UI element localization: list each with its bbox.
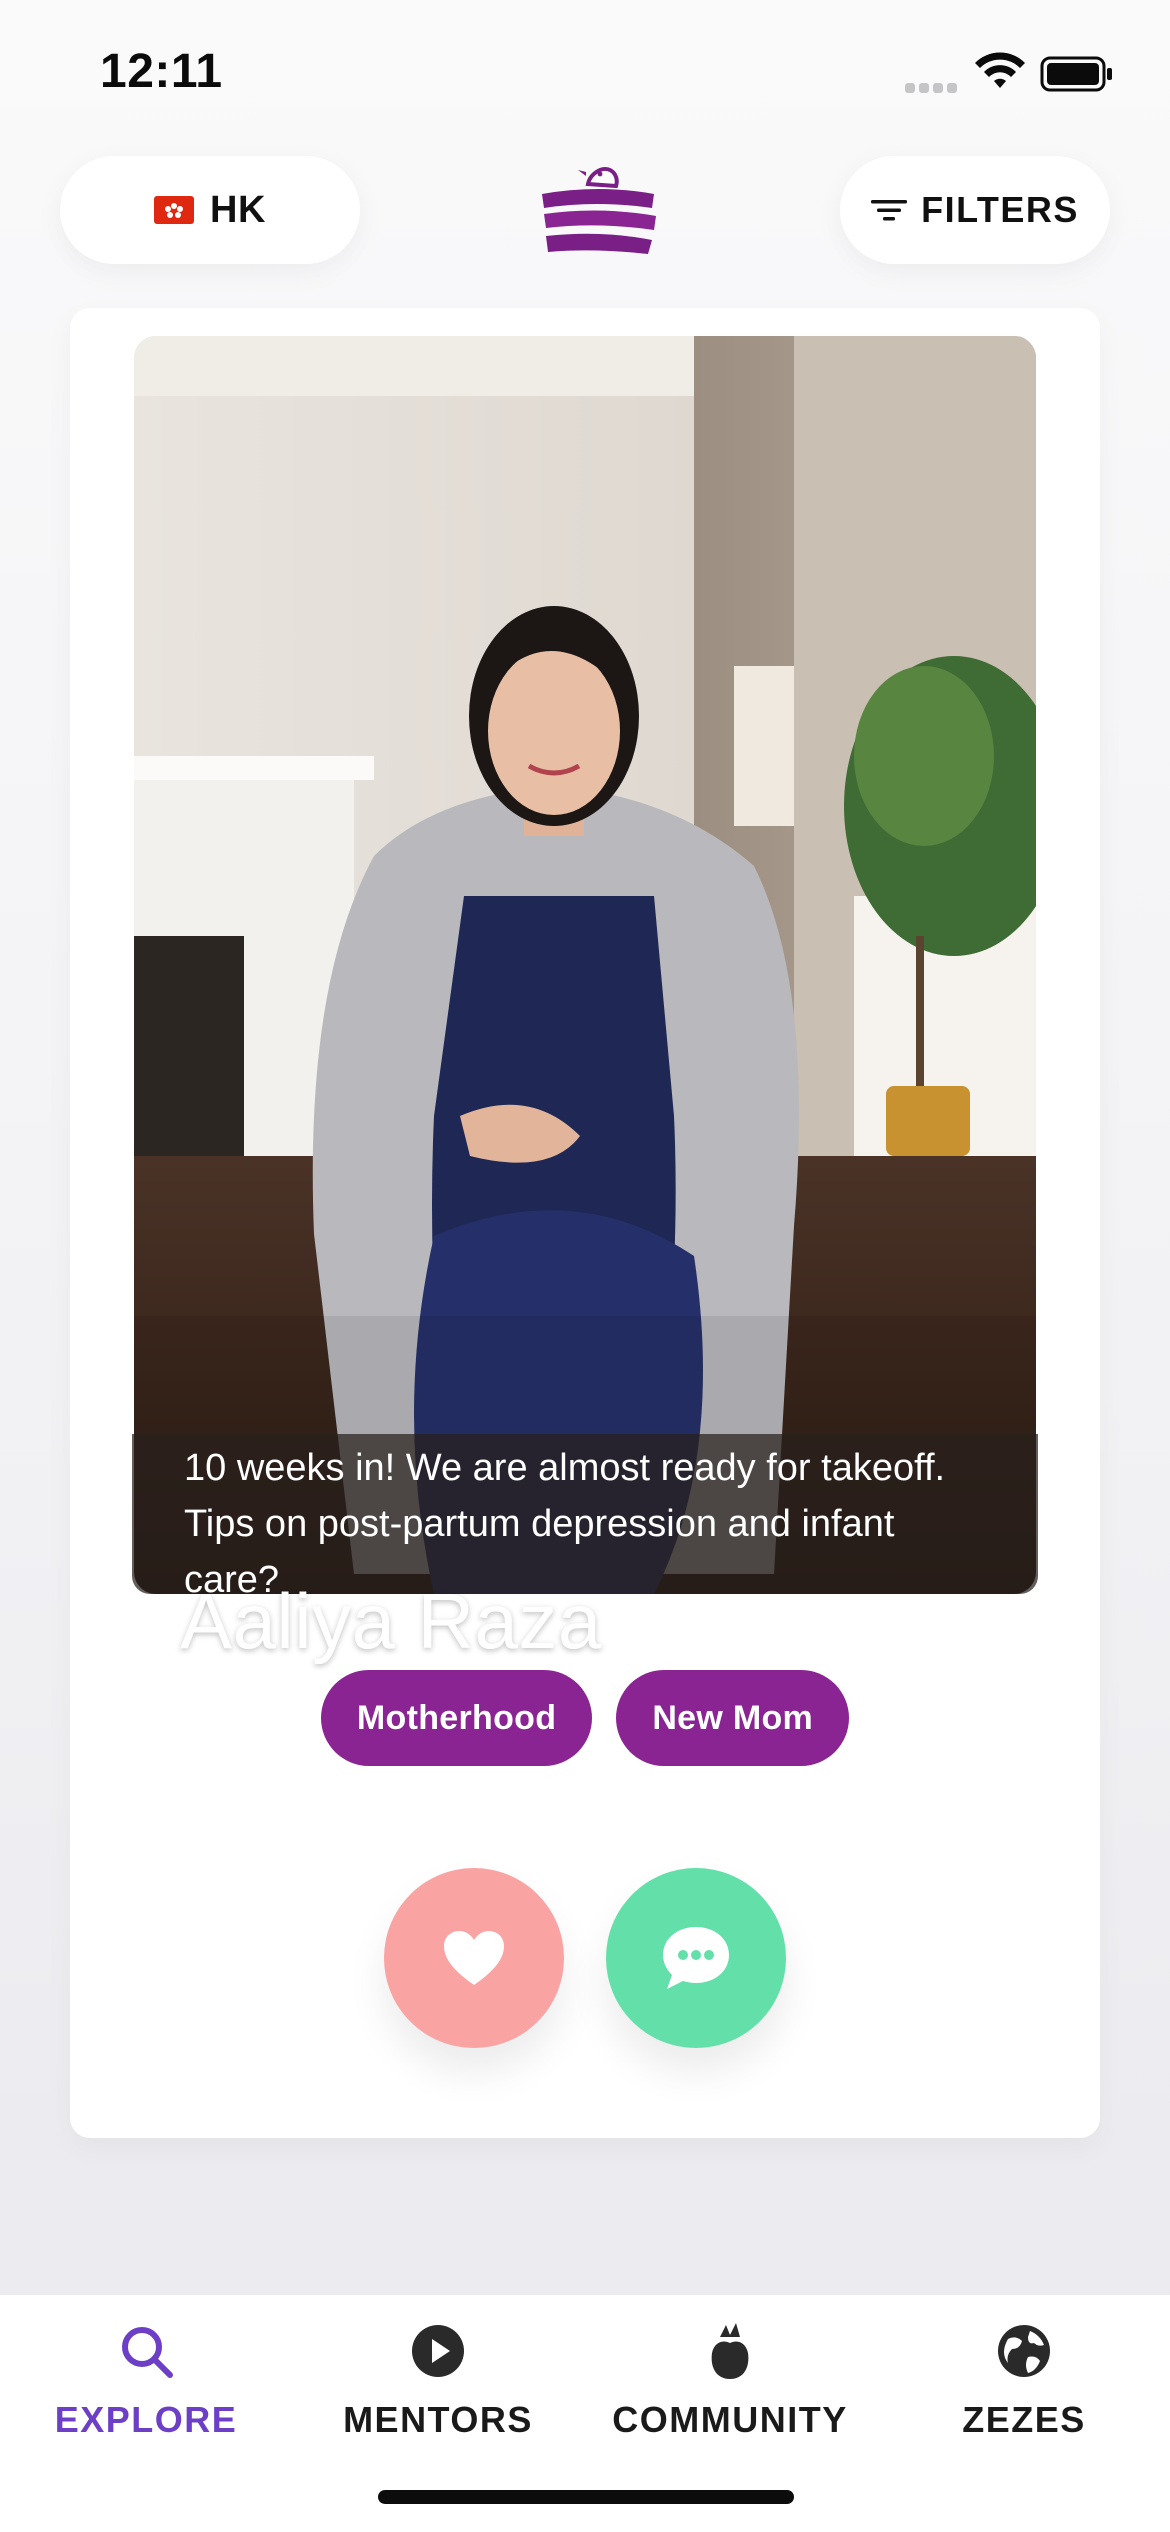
- nav-label-community: COMMUNITY: [612, 2399, 848, 2440]
- nav-label-explore: EXPLORE: [54, 2399, 238, 2440]
- region-selector-button[interactable]: HK: [60, 156, 360, 264]
- profile-photo: [134, 336, 1036, 1594]
- filters-button[interactable]: FILTERS: [840, 156, 1110, 264]
- play-icon: [412, 2325, 464, 2377]
- heart-icon: [444, 1931, 504, 1985]
- status-bar: 12:11: [0, 0, 1170, 150]
- search-icon: [122, 2327, 173, 2378]
- chat-button[interactable]: [606, 1868, 786, 2048]
- filter-icon: [871, 200, 908, 221]
- tag-new-mom[interactable]: New Mom: [616, 1670, 850, 1766]
- chat-bubble-icon: [663, 1927, 729, 1989]
- cellular-signal-icon: [905, 80, 961, 93]
- region-label: HK: [210, 188, 266, 231]
- battery-icon: [1040, 56, 1112, 92]
- profile-name: Aaliya Raza: [180, 1577, 602, 1665]
- explore-screen: 12:11 HK FILTERS 10 weeks in! We are alm…: [0, 0, 1170, 2532]
- status-time: 12:11: [100, 45, 223, 98]
- app-logo-icon: [542, 167, 656, 254]
- nav-zezes[interactable]: ZEZES: [894, 2321, 1154, 2471]
- nav-label-mentors: MENTORS: [343, 2399, 533, 2440]
- nav-mentors[interactable]: MENTORS: [308, 2321, 568, 2471]
- tag-motherhood[interactable]: Motherhood: [320, 1670, 593, 1766]
- tag-list: Motherhood New Mom: [70, 1670, 1100, 1766]
- nav-community[interactable]: COMMUNITY: [600, 2321, 860, 2471]
- action-buttons: [70, 1868, 1100, 2048]
- like-button[interactable]: [384, 1868, 564, 2048]
- post-caption-box: 10 weeks in! We are almost ready for tak…: [132, 1434, 1038, 1601]
- globe-icon: [998, 2325, 1050, 2377]
- home-indicator: [378, 2490, 794, 2504]
- filters-label: FILTERS: [921, 189, 1079, 230]
- hong-kong-flag-icon: [154, 196, 195, 224]
- nav-explore[interactable]: EXPLORE: [16, 2321, 276, 2471]
- wifi-icon: [975, 52, 1025, 88]
- flower-icon: [711, 2323, 749, 2379]
- nav-label-zezes: ZEZES: [962, 2399, 1086, 2440]
- profile-card[interactable]: 10 weeks in! We are almost ready for tak…: [70, 308, 1100, 2138]
